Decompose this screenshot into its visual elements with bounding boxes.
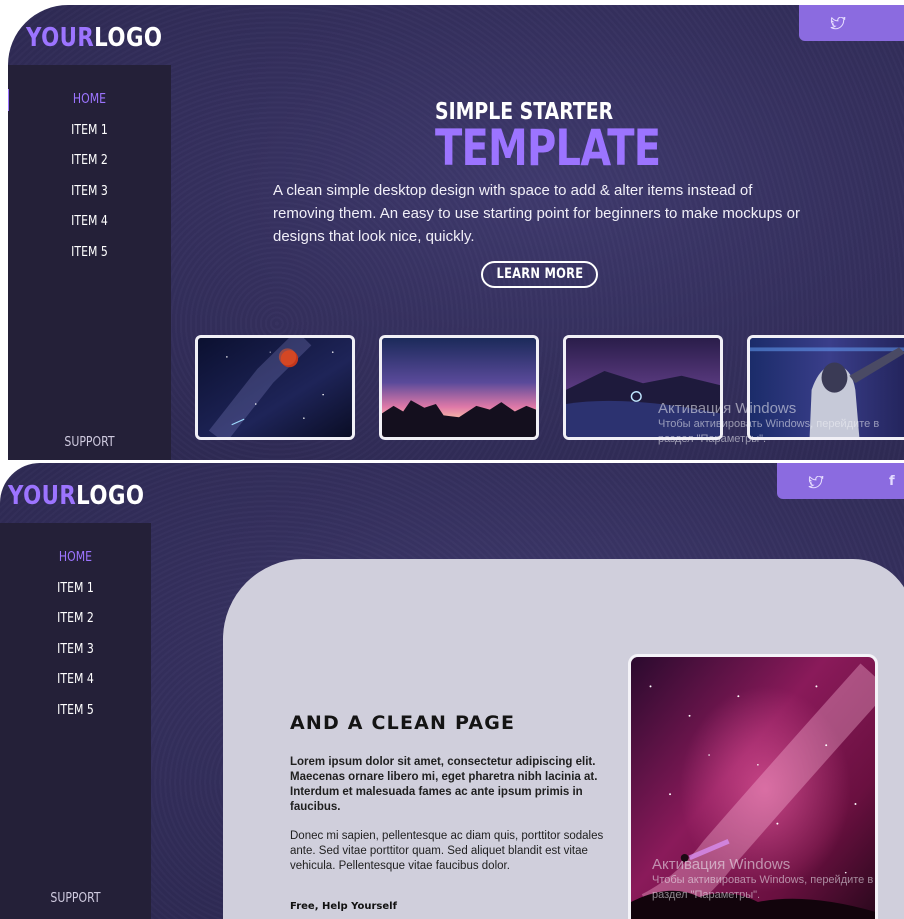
nav-item-1[interactable]: ITEM 1: [21, 116, 158, 147]
hero-description: A clean simple desktop design with space…: [273, 182, 800, 245]
nav-item-2[interactable]: ITEM 2: [12, 604, 139, 635]
content-subheading: Free, Help Yourself: [290, 901, 397, 912]
logo[interactable]: YOURLOGO: [8, 481, 144, 511]
content-heading: AND A CLEAN PAGE: [290, 712, 516, 734]
facebook-icon[interactable]: f: [889, 474, 895, 489]
blood-moon-image: [198, 338, 352, 437]
gallery-thumbnail-1[interactable]: [195, 335, 355, 440]
content-paragraph-1: Lorem ipsum dolor sit amet, consectetur …: [290, 756, 598, 813]
nav-item-home[interactable]: HOME: [21, 85, 158, 116]
logo[interactable]: YOURLOGO: [26, 23, 162, 53]
nav-item-4[interactable]: ITEM 4: [12, 665, 139, 696]
gallery-thumbnail-2[interactable]: [379, 335, 539, 440]
windows-activation-watermark: Активация Windows Чтобы активировать Win…: [658, 400, 880, 445]
nav-item-3[interactable]: ITEM 3: [12, 635, 139, 666]
twitter-icon[interactable]: [830, 16, 846, 35]
support-link[interactable]: SUPPORT: [12, 891, 139, 906]
nav-item-4[interactable]: ITEM 4: [21, 207, 158, 238]
nav-item-3[interactable]: ITEM 3: [21, 177, 158, 208]
twitter-icon[interactable]: [808, 475, 824, 494]
learn-more-button[interactable]: LEARN MORE: [481, 261, 598, 288]
nav-item-2[interactable]: ITEM 2: [21, 146, 158, 177]
nav-item-1[interactable]: ITEM 1: [12, 574, 139, 605]
nav-item-5[interactable]: ITEM 5: [21, 238, 158, 269]
desktop-view-1: YOURLOGO HOME ITEM 1 ITEM 2 ITEM 3 ITEM …: [8, 5, 904, 460]
content-paragraph-2: Donec mi sapien, pellentesque ac diam qu…: [290, 830, 604, 872]
hero-title: TEMPLATE: [435, 119, 661, 177]
social-bar: f: [777, 463, 904, 499]
nav-item-home[interactable]: HOME: [12, 543, 139, 574]
desktop-view-2: YOURLOGO f HOME ITEM 1 ITEM 2 ITEM 3 ITE…: [0, 463, 904, 919]
nav-item-5[interactable]: ITEM 5: [12, 696, 139, 727]
windows-activation-watermark: Активация Windows Чтобы активировать Win…: [652, 856, 874, 901]
social-bar: [799, 5, 904, 41]
support-link[interactable]: SUPPORT: [21, 435, 158, 450]
sidebar: HOME ITEM 1 ITEM 2 ITEM 3 ITEM 4 ITEM 5 …: [8, 65, 171, 460]
sidebar: HOME ITEM 1 ITEM 2 ITEM 3 ITEM 4 ITEM 5 …: [0, 523, 151, 919]
desert-sky-image: [382, 338, 536, 437]
active-nav-indicator: [8, 89, 9, 111]
